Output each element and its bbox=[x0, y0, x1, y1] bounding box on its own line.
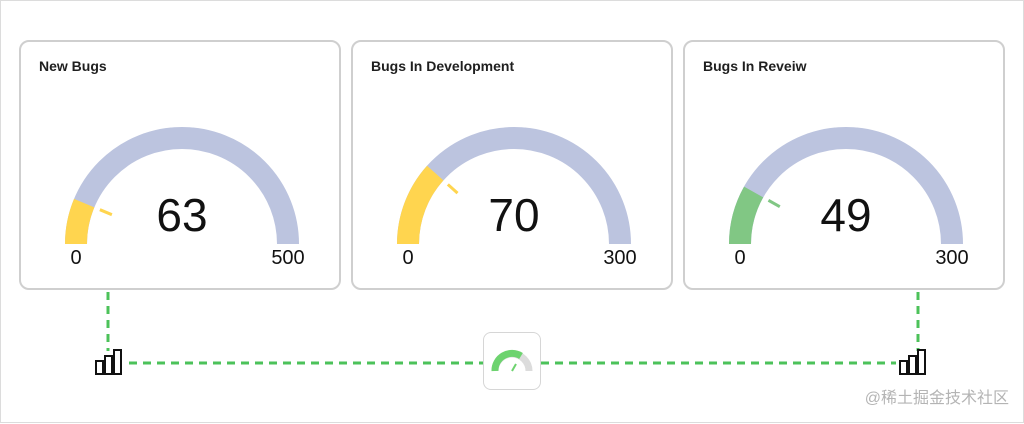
gauge-value: 49 bbox=[820, 189, 871, 241]
bar-chart-icon[interactable] bbox=[898, 347, 928, 377]
card-bugs-in-development[interactable]: Bugs In Development 70 0 300 bbox=[351, 40, 673, 290]
gauge-fill bbox=[65, 198, 95, 245]
watermark: @稀土掘金技术社区 bbox=[864, 390, 1009, 407]
gauge-fill bbox=[729, 186, 764, 245]
gauge-icon-button[interactable] bbox=[483, 332, 541, 390]
bar-chart-icon[interactable] bbox=[94, 347, 124, 377]
dashboard-frame: New Bugs 63 0 500 Bugs In Development 70… bbox=[0, 0, 1024, 423]
card-new-bugs[interactable]: New Bugs 63 0 500 bbox=[19, 40, 341, 290]
gauge-max: 300 bbox=[935, 247, 968, 269]
gauge-min: 0 bbox=[734, 247, 745, 269]
gauge-min: 0 bbox=[402, 247, 413, 269]
gauge-max: 300 bbox=[603, 247, 636, 269]
gauge-icon bbox=[491, 349, 533, 372]
gauge-indicator bbox=[767, 199, 781, 208]
gauge-value: 63 bbox=[156, 189, 207, 241]
gauge-value: 70 bbox=[488, 189, 539, 241]
gauge-fill bbox=[397, 165, 444, 245]
gauge-indicator bbox=[446, 183, 459, 195]
card-bugs-in-review[interactable]: Bugs In Reveiw 49 0 300 bbox=[683, 40, 1005, 290]
gauge-new-bugs: 63 0 500 bbox=[65, 127, 305, 269]
gauge-max: 500 bbox=[271, 247, 304, 269]
gauge-bugs-in-development: 70 0 300 bbox=[397, 127, 637, 269]
gauge-bugs-in-review: 49 0 300 bbox=[729, 127, 969, 269]
gauge-indicator bbox=[99, 208, 113, 217]
gauge-min: 0 bbox=[70, 247, 81, 269]
